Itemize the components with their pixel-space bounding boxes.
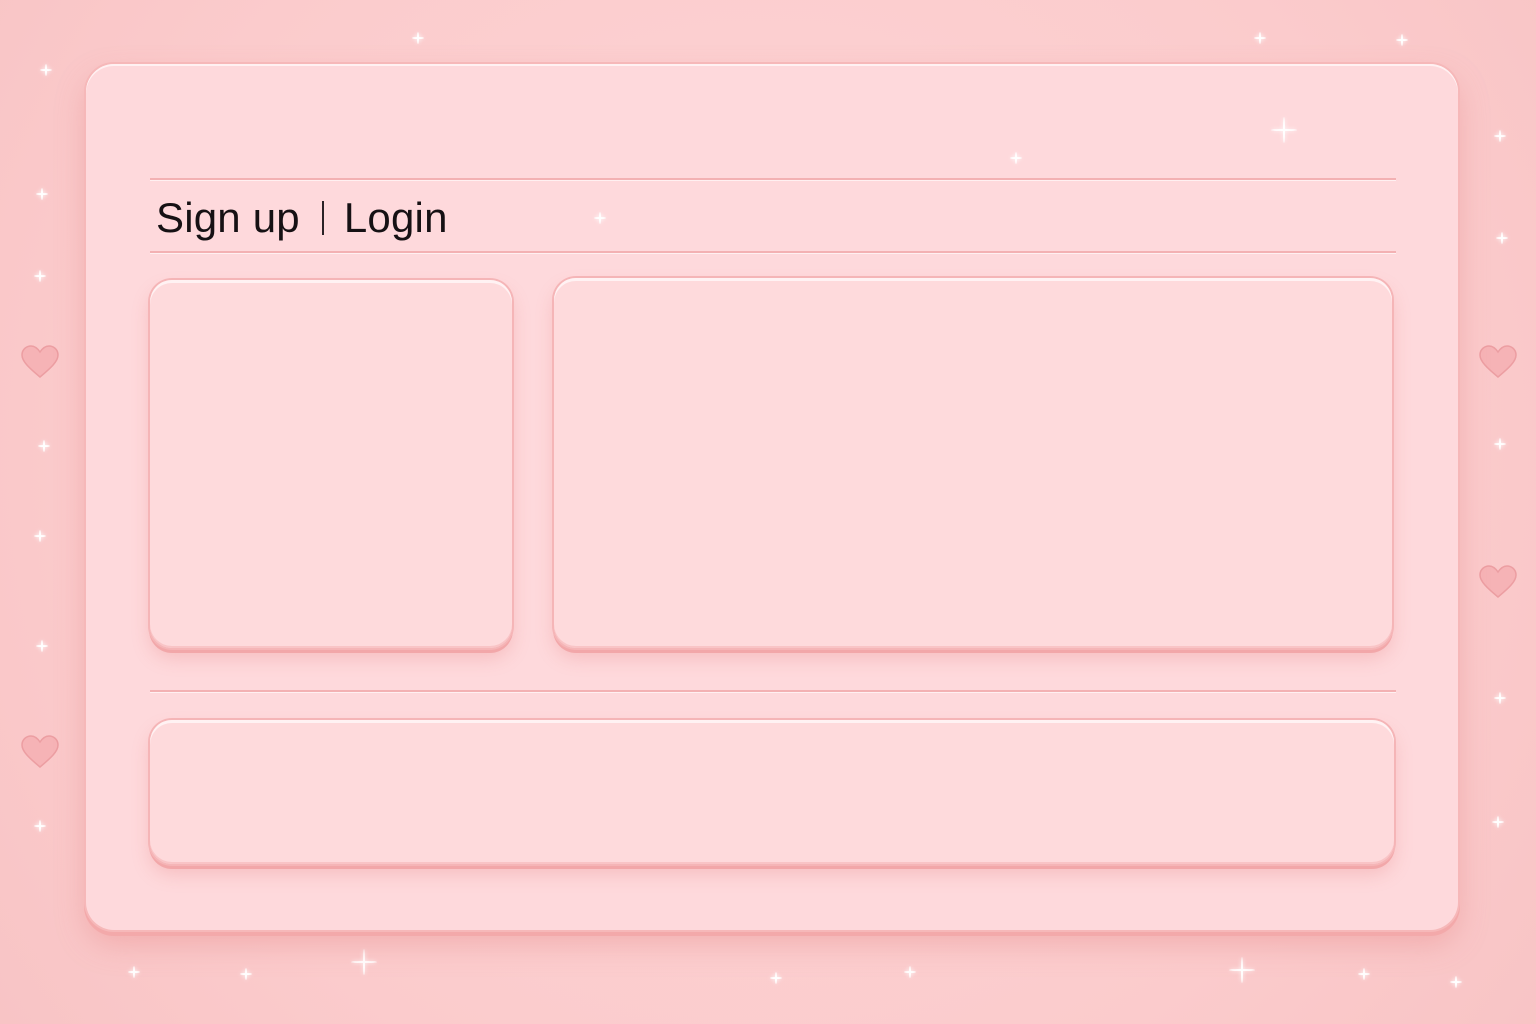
sparkle-icon [34, 270, 46, 282]
heart-icon [1478, 565, 1518, 599]
login-link[interactable]: Login [344, 194, 448, 242]
sparkle-icon [34, 820, 46, 832]
heart-icon [20, 735, 60, 769]
sparkle-icon [1494, 438, 1506, 450]
header-divider [150, 251, 1396, 253]
main-panel [554, 278, 1392, 648]
sparkle-icon [1271, 117, 1297, 143]
auth-separator [321, 201, 324, 235]
sparkle-icon [34, 530, 46, 542]
signup-link[interactable]: Sign up [156, 194, 300, 242]
sparkle-icon [1010, 152, 1022, 164]
sparkle-icon [1494, 692, 1506, 704]
sparkle-icon [1450, 976, 1462, 988]
sparkle-icon [36, 188, 48, 200]
sparkle-icon [1492, 816, 1504, 828]
sparkle-icon [1229, 957, 1255, 983]
sparkle-icon [1496, 232, 1508, 244]
sparkle-icon [128, 966, 140, 978]
auth-bar: Sign up Login [156, 192, 448, 244]
heart-icon [1478, 345, 1518, 379]
sparkle-icon [1396, 34, 1408, 46]
sparkle-icon [412, 32, 424, 44]
sparkle-icon [240, 968, 252, 980]
sparkle-icon [40, 64, 52, 76]
left-panel [150, 280, 512, 648]
sparkle-icon [1254, 32, 1266, 44]
sparkle-icon [594, 212, 606, 224]
sparkle-icon [904, 966, 916, 978]
top-divider [150, 178, 1396, 180]
bottom-panel [150, 720, 1394, 864]
footer-divider [150, 690, 1396, 692]
sparkle-icon [770, 972, 782, 984]
sparkle-icon [38, 440, 50, 452]
sparkle-icon [1494, 130, 1506, 142]
heart-icon [20, 345, 60, 379]
sparkle-icon [351, 949, 377, 975]
main-window: Sign up Login [86, 64, 1458, 930]
sparkle-icon [1358, 968, 1370, 980]
sparkle-icon [36, 640, 48, 652]
